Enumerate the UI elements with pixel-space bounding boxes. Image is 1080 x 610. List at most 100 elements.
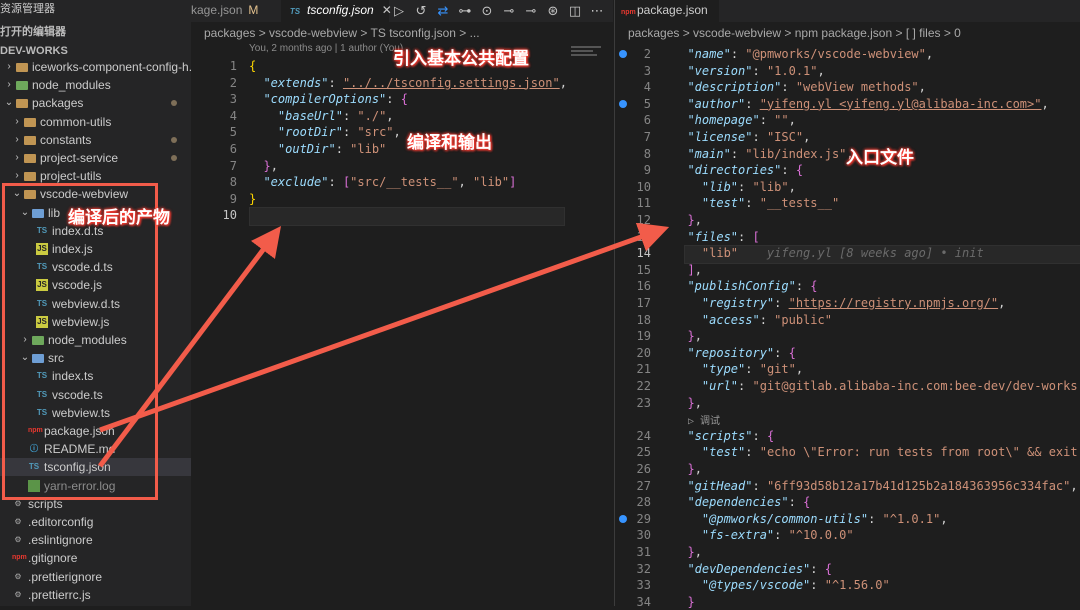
code-line[interactable]: "test": "echo \"Error: run tests from ro…	[673, 444, 1080, 461]
code-line[interactable]: "name": "@pmworks/vscode-webview",	[673, 46, 933, 63]
code-line[interactable]: }	[249, 191, 256, 208]
code-line[interactable]: "extends": "../../tsconfig.settings.json…	[249, 75, 567, 92]
code-line[interactable]: "directories": {	[673, 162, 803, 179]
history-icon[interactable]: ↺	[413, 3, 429, 19]
code-line[interactable]: "rootDir": "src",	[249, 124, 401, 141]
code-line[interactable]: "registry": "https://registry.npmjs.org/…	[673, 295, 1005, 312]
code-token: :	[730, 47, 746, 61]
line-number: 21	[636, 362, 651, 377]
code-line[interactable]: "dependencies": {	[673, 494, 810, 511]
tree-item[interactable]: npm .gitignore	[0, 549, 191, 567]
code-line[interactable]: "fs-extra": "^10.0.0"	[673, 527, 854, 544]
tree-item-label: .gitignore	[28, 551, 78, 566]
next-change-icon[interactable]: ⊸	[523, 3, 539, 19]
code-line[interactable]: "description": "webView methods",	[673, 79, 925, 96]
tab-package-json[interactable]: kage.json M	[191, 0, 281, 22]
code-line[interactable]: "publishConfig": {	[673, 278, 818, 295]
line-number: 29	[636, 511, 651, 526]
code-line[interactable]: "files": [	[673, 229, 759, 246]
git-commit-icon[interactable]: ⊙	[479, 3, 495, 19]
code-line[interactable]: "license": "ISC",	[673, 129, 810, 146]
code-line[interactable]: "author": "yifeng.yl <yifeng.yl@alibaba-…	[673, 96, 1048, 113]
code-line[interactable]: "test": "__tests__"	[673, 195, 839, 212]
code-line[interactable]: ],	[673, 262, 701, 279]
sync-icon[interactable]: ⊛	[545, 3, 561, 19]
breadcrumb[interactable]: packages > vscode-webview > TS tsconfig.…	[204, 24, 480, 42]
code-line[interactable]: "lib" yifeng.yl [8 weeks ago] • init	[673, 245, 984, 262]
code-line[interactable]: "homepage": "",	[673, 112, 795, 129]
code-token: ,	[1070, 478, 1078, 493]
tree-item[interactable]: › node_modules	[0, 76, 191, 94]
code-line[interactable]: }	[673, 594, 694, 610]
compare-icon[interactable]: ⇄	[435, 3, 451, 19]
code-line[interactable]: },	[673, 544, 701, 561]
code-token: ,	[559, 75, 567, 90]
tree-item[interactable]: › iceworks-component-config-h...	[0, 58, 191, 76]
code-line[interactable]: },	[249, 158, 277, 175]
code-line[interactable]: },	[673, 395, 701, 412]
code-line[interactable]: {	[249, 58, 256, 75]
code-line[interactable]: "lib": "lib",	[673, 179, 796, 196]
chevron-right-icon[interactable]: ›	[4, 58, 14, 76]
code-token: "^10.0.0"	[788, 528, 854, 543]
code-token: :	[810, 561, 825, 576]
code-line[interactable]: "compilerOptions": {	[249, 91, 408, 108]
code-token: "gitHead"	[687, 478, 753, 493]
chevron-right-icon[interactable]: ›	[12, 131, 22, 149]
code-line[interactable]: "repository": {	[673, 345, 795, 362]
tree-item-label: .prettierrc.js	[28, 587, 91, 602]
code-line[interactable]: },	[673, 461, 701, 478]
right-tab-bar: npmpackage.json	[615, 0, 1080, 22]
code-line[interactable]: "@types/vscode": "^1.56.0"	[673, 577, 890, 594]
run-icon[interactable]: ▷	[391, 3, 407, 19]
code-line[interactable]: "devDependencies": {	[673, 561, 832, 578]
code-token: "lib"	[701, 179, 739, 194]
tree-item[interactable]: ⚙ .prettierrc.js	[0, 586, 191, 604]
code-line[interactable]: },	[673, 328, 701, 345]
code-token: {	[810, 279, 818, 294]
code-line[interactable]: "exclude": ["src/__tests__", "lib"]	[249, 174, 516, 191]
tree-item[interactable]: › common-utils	[0, 113, 191, 131]
more-icon[interactable]: ⋯	[589, 3, 605, 19]
code-line[interactable]: "@pmworks/common-utils": "^1.0.1",	[673, 511, 948, 528]
code-line[interactable]: "type": "git",	[673, 361, 803, 378]
tree-item[interactable]: › project-service	[0, 149, 191, 167]
code-line[interactable]: "access": "public"	[673, 312, 832, 329]
open-editors-section[interactable]: 打开的编辑器	[0, 23, 191, 41]
code-line[interactable]: "baseUrl": "./",	[249, 108, 394, 125]
git-blame-codelens[interactable]: You, 2 months ago | 1 author (You)	[249, 43, 403, 54]
debug-codelens[interactable]: ▷ 调试	[688, 412, 720, 427]
tree-item[interactable]: ⚙ .editorconfig	[0, 513, 191, 531]
chevron-down-icon[interactable]: ⌄	[4, 94, 14, 112]
modified-badge: M	[248, 3, 259, 17]
code-line[interactable]: "gitHead": "6ff93d58b12a17b41d125b2a1843…	[673, 478, 1078, 495]
tree-item[interactable]: ⌄ packages	[0, 94, 191, 112]
annotation-compile-output: 编译和输出	[407, 133, 492, 153]
tree-item[interactable]: › constants	[0, 131, 191, 149]
previous-change-icon[interactable]: ⊸	[501, 3, 517, 19]
tree-item[interactable]: ⚙ .prettierignore	[0, 568, 191, 586]
line-number: 3	[643, 63, 651, 78]
line-number: 31	[636, 545, 651, 559]
code-token: "lib"	[752, 179, 789, 194]
tab-tsconfig-json[interactable]: TS tsconfig.json ✕	[281, 0, 392, 22]
breadcrumb[interactable]: packages > vscode-webview > npm package.…	[628, 24, 961, 42]
split-editor-icon[interactable]: ◫	[567, 3, 583, 19]
code-line[interactable]: "main": "lib/index.js",	[673, 146, 853, 163]
chevron-right-icon[interactable]: ›	[4, 76, 14, 94]
minimap[interactable]	[571, 44, 607, 60]
git-commit-icon[interactable]: ⊶	[457, 3, 473, 19]
code-line[interactable]: "outDir": "lib"	[249, 141, 386, 158]
code-line[interactable]: "url": "git@gitlab.alibaba-inc.com:bee-d…	[673, 378, 1080, 395]
chevron-right-icon[interactable]: ›	[12, 149, 22, 167]
code-line[interactable]: },	[673, 212, 701, 229]
code-line[interactable]: "version": "1.0.1",	[673, 63, 824, 80]
tab-package-json[interactable]: npmpackage.json	[615, 0, 719, 22]
code-line[interactable]: "scripts": {	[673, 428, 774, 445]
tree-item[interactable]: ⚙ .eslintignore	[0, 531, 191, 549]
chevron-right-icon[interactable]: ›	[12, 113, 22, 131]
